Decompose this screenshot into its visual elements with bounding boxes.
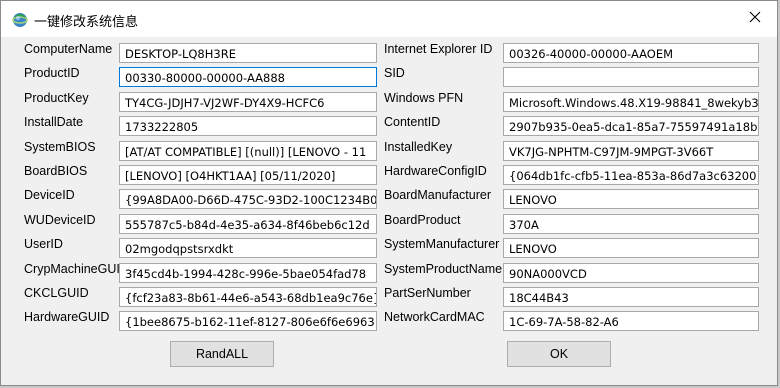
label-deviceid: DeviceID — [24, 188, 75, 203]
field-hardwareconfigid[interactable]: {064db1fc-cfb5-11ea-853a-86d7a3c63200} — [503, 165, 759, 185]
field-deviceid[interactable]: {99A8DA00-D66D-475C-93D2-100C1234B01: — [119, 189, 377, 210]
label-networkcardmac: NetworkCardMAC — [384, 310, 485, 325]
label-wudeviceid: WUDeviceID — [24, 212, 96, 227]
dialog-window: 一键修改系统信息 ComputerName DESKTOP-LQ8H3RE Prod… — [0, 0, 778, 386]
field-boardproduct[interactable]: 370A — [503, 213, 759, 234]
field-ieid[interactable]: 00326-40000-00000-AAOEM — [503, 43, 759, 63]
label-computername: ComputerName — [24, 42, 113, 56]
label-ieid: Internet Explorer ID — [384, 42, 493, 56]
field-ckclguid[interactable]: {fcf23a83-8b61-44e6-a543-68db1ea9c76e} — [119, 287, 377, 307]
field-installedkey[interactable]: VK7JG-NPHTM-C97JM-9MPGT-3V66T — [503, 140, 759, 161]
label-crypmachineguid: CrypMachineGUID — [24, 261, 129, 276]
ok-button[interactable]: OK — [507, 341, 611, 367]
field-computername[interactable]: DESKTOP-LQ8H3RE — [119, 43, 377, 63]
label-hardwareconfigid: HardwareConfigID — [384, 164, 487, 178]
randall-button[interactable]: RandALL — [170, 341, 274, 367]
label-hardwareguid: HardwareGUID — [24, 310, 110, 325]
close-icon — [749, 10, 761, 28]
label-installedkey: InstalledKey — [384, 139, 453, 154]
label-systemproductname: SystemProductName — [384, 261, 503, 276]
field-productkey[interactable]: TY4CG-JDJH7-VJ2WF-DY4X9-HCFC6 — [119, 91, 377, 112]
field-boardmanufacturer[interactable]: LENOVO — [503, 189, 759, 210]
label-windowspfn: Windows PFN — [384, 90, 464, 105]
label-boardmanufacturer: BoardManufacturer — [384, 188, 492, 203]
label-contentid: ContentID — [384, 115, 441, 130]
label-ckclguid: CKCLGUID — [24, 286, 89, 300]
field-systemmanufacturer[interactable]: LENOVO — [503, 238, 759, 259]
label-userid: UserID — [24, 237, 63, 252]
label-systembios: SystemBIOS — [24, 139, 96, 154]
field-productid[interactable]: 00330-80000-00000-AA888 — [119, 67, 377, 88]
field-installdate[interactable]: 1733222805 — [119, 116, 377, 137]
field-wudeviceid[interactable]: 555787c5-b84d-4e35-a634-8f46beb6c12d — [119, 213, 377, 234]
label-boardbios: BoardBIOS — [24, 164, 88, 178]
globe-app-icon — [12, 12, 28, 28]
label-productid: ProductID — [24, 66, 80, 81]
field-systemproductname[interactable]: 90NA000VCD — [503, 262, 759, 283]
label-systemmanufacturer: SystemManufacturer — [384, 237, 500, 252]
title-bar[interactable]: 一键修改系统信息 — [1, 1, 777, 37]
field-sid[interactable] — [503, 67, 759, 88]
label-productkey: ProductKey — [24, 90, 89, 105]
field-systembios[interactable]: [AT/AT COMPATIBLE] [(null)] [LENOVO - 11 — [119, 140, 377, 161]
label-sid: SID — [384, 66, 405, 81]
label-boardproduct: BoardProduct — [384, 212, 461, 227]
window-title: 一键修改系统信息 — [34, 14, 139, 29]
field-partsernumber[interactable]: 18C44B43 — [503, 287, 759, 307]
label-installdate: InstallDate — [24, 115, 84, 130]
field-contentid[interactable]: 2907b935-0ea5-dca1-85a7-75597491a18b — [503, 116, 759, 137]
label-partsernumber: PartSerNumber — [384, 286, 471, 300]
field-crypmachineguid[interactable]: 3f45cd4b-1994-428c-996e-5bae054fad78 — [119, 262, 377, 283]
form-area: ComputerName DESKTOP-LQ8H3RE ProductID 0033… — [1, 37, 777, 385]
field-userid[interactable]: 02mgodqpstsrxdkt — [119, 238, 377, 259]
field-boardbios[interactable]: [LENOVO] [O4HKT1AA] [05/11/2020] — [119, 165, 377, 185]
close-button[interactable] — [733, 1, 777, 37]
field-networkcardmac[interactable]: 1C-69-7A-58-82-A6 — [503, 311, 759, 332]
field-windowspfn[interactable]: Microsoft.Windows.48.X19-98841_8wekyb3d — [503, 91, 759, 112]
field-hardwareguid[interactable]: {1bee8675-b162-11ef-8127-806e6f6e6963} — [119, 311, 377, 332]
